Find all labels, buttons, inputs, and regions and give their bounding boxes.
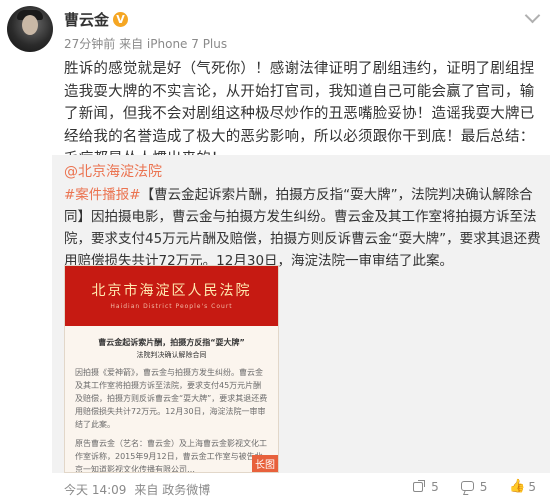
court-name-en: Haidian District People's Court: [110, 303, 233, 310]
court-name: 北京市海淀区人民法院: [91, 283, 252, 299]
share-button[interactable]: 5: [412, 480, 439, 494]
long-image-badge: 长图: [252, 455, 278, 472]
comment-count: 5: [479, 480, 488, 494]
repost-footer: 今天 14:09 来自 政务微博 5 5 👍 5: [0, 475, 550, 503]
avatar-face: [22, 15, 38, 35]
thumbnail-header: 北京市海淀区人民法院 Haidian District People's Cou…: [65, 266, 278, 326]
repost-card[interactable]: @北京海淀法院 #案件播报#【曹云金起诉索片酬，拍摄方反指“耍大牌”，法院判决确…: [52, 155, 550, 473]
like-count: 5: [528, 480, 536, 494]
hashtag-link[interactable]: #案件播报#: [64, 187, 141, 203]
chevron-down-icon[interactable]: [524, 7, 541, 24]
weibo-post: 曹云金 V 27分钟前 来自 iPhone 7 Plus 胜诉的感觉就是好（气死…: [0, 0, 550, 503]
long-image-thumbnail[interactable]: 北京市海淀区人民法院 Haidian District People's Cou…: [64, 265, 279, 473]
thumbnail-para-2: 原告曹云金（艺名：曹云金）及上海曹云金影视文化工作室诉称，2015年9月12日，…: [75, 439, 267, 473]
comment-icon: [460, 480, 475, 494]
repost-source[interactable]: @北京海淀法院: [64, 161, 162, 181]
author-name-row: 曹云金 V: [64, 9, 129, 30]
like-button[interactable]: 👍 5: [509, 479, 536, 495]
repost-source-app: 来自 政务微博: [134, 483, 211, 497]
thumbs-up-icon: 👍: [509, 479, 526, 494]
verified-icon: V: [113, 12, 129, 27]
post-time[interactable]: 27分钟前: [64, 37, 115, 51]
thumbnail-subhead: 法院判决确认解除合同: [136, 351, 207, 359]
author-name[interactable]: 曹云金: [64, 9, 109, 30]
share-icon: [412, 480, 426, 494]
action-bar: 5 5 👍 5: [412, 480, 536, 494]
post-source: 来自 iPhone 7 Plus: [119, 37, 228, 51]
repost-meta: 今天 14:09 来自 政务微博: [64, 481, 210, 498]
post-text: 胜诉的感觉就是好（气死你）！感谢法律证明了剧组违约，证明了剧组捏造我耍大牌的不实…: [64, 61, 535, 167]
repost-text: #案件播报#【曹云金起诉索片酬，拍摄方反指“耍大牌”，法院判决确认解除合同】因拍…: [64, 184, 542, 272]
thumbnail-headline: 曹云金起诉索片酬，拍摄方反指“耍大牌”: [98, 338, 245, 347]
thumbnail-para-1: 因拍摄《爱神箭》，曹云金与拍摄方发生纠纷。曹云金及其工作室将拍摄方诉至法院，要求…: [75, 368, 268, 429]
comment-button[interactable]: 5: [460, 480, 488, 494]
avatar[interactable]: [7, 6, 53, 52]
post-meta: 27分钟前 来自 iPhone 7 Plus: [64, 35, 227, 52]
thumbnail-body: 曹云金起诉索片酬，拍摄方反指“耍大牌” 法院判决确认解除合同 因拍摄《爱神箭》，…: [65, 326, 278, 473]
share-count: 5: [431, 480, 439, 494]
repost-date[interactable]: 今天 14:09: [64, 481, 126, 498]
